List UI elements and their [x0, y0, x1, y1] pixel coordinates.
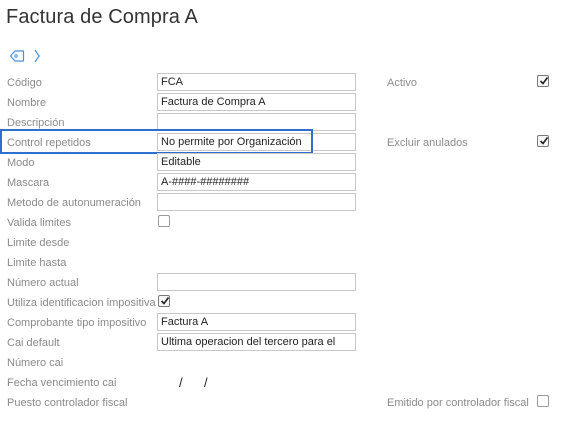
row-numero-cai: Número cai [0, 353, 584, 373]
row-comprobante: Comprobante tipo impositivo Factura A [0, 313, 584, 333]
metodo-autonumeracion-label: Metodo de autonumeración [7, 197, 141, 209]
puesto-controlador-label: Puesto controlador fiscal [7, 397, 128, 409]
date-separator-2: / [204, 375, 208, 390]
nombre-label: Nombre [7, 97, 47, 109]
modo-field[interactable]: Editable [157, 153, 356, 171]
limite-hasta-label: Limite hasta [7, 257, 67, 269]
emitido-controlador-checkbox[interactable] [537, 395, 549, 407]
row-nombre: Nombre Factura de Compra A [0, 93, 584, 113]
tag-icon[interactable] [9, 49, 25, 63]
comprobante-tipo-label: Comprobante tipo impositivo [7, 317, 147, 329]
row-numero-actual: Número actual [0, 273, 584, 293]
row-limite-hasta: Limite hasta [0, 253, 584, 273]
row-fecha-vencimiento: Fecha vencimiento cai / / [0, 373, 584, 393]
row-cai-default: Cai default Ultima operacion del tercero… [0, 333, 584, 353]
comprobante-tipo-field[interactable]: Factura A [157, 313, 356, 331]
valida-limites-checkbox[interactable] [158, 215, 170, 227]
utiliza-identificacion-label: Utiliza identificacion impositiva [7, 297, 156, 309]
limite-desde-label: Limite desde [7, 237, 70, 249]
row-modo: Modo Editable [0, 153, 584, 173]
activo-label: Activo [387, 77, 417, 89]
numero-actual-label: Número actual [7, 277, 79, 289]
excluir-anulados-label: Excluir anulados [387, 137, 468, 149]
page-title: Factura de Compra A [6, 6, 198, 28]
chevron-right-icon[interactable] [33, 48, 41, 64]
highlight-box [0, 129, 313, 154]
date-separator-1: / [179, 375, 183, 390]
numero-cai-label: Número cai [7, 357, 64, 369]
row-limite-desde: Limite desde [0, 233, 584, 253]
activo-checkbox[interactable] [537, 75, 549, 87]
row-utiliza-identificacion: Utiliza identificacion impositiva [0, 293, 584, 313]
row-codigo: Código FCA Activo [0, 73, 584, 93]
row-mascara: Mascara A-####-######## [0, 173, 584, 193]
codigo-label: Código [7, 77, 42, 89]
emitido-controlador-label: Emitido por controlador fiscal [387, 397, 529, 409]
mascara-field[interactable]: A-####-######## [157, 173, 356, 191]
fecha-vencimiento-cai-label: Fecha vencimiento cai [7, 377, 117, 389]
metodo-autonumeracion-field[interactable] [157, 193, 356, 211]
nombre-field[interactable]: Factura de Compra A [157, 93, 356, 111]
cai-default-field[interactable]: Ultima operacion del tercero para el [157, 333, 356, 351]
codigo-field[interactable]: FCA [157, 73, 356, 91]
row-metodo: Metodo de autonumeración [0, 193, 584, 213]
modo-label: Modo [7, 157, 35, 169]
excluir-anulados-checkbox[interactable] [537, 135, 549, 147]
valida-limites-label: Valida limites [7, 217, 71, 229]
numero-actual-field[interactable] [157, 273, 356, 291]
row-puesto-controlador: Puesto controlador fiscal Emitido por co… [0, 393, 584, 413]
row-valida-limites: Valida limites [0, 213, 584, 233]
utiliza-identificacion-checkbox[interactable] [158, 295, 170, 307]
cai-default-label: Cai default [7, 337, 60, 349]
mascara-label: Mascara [7, 177, 50, 189]
